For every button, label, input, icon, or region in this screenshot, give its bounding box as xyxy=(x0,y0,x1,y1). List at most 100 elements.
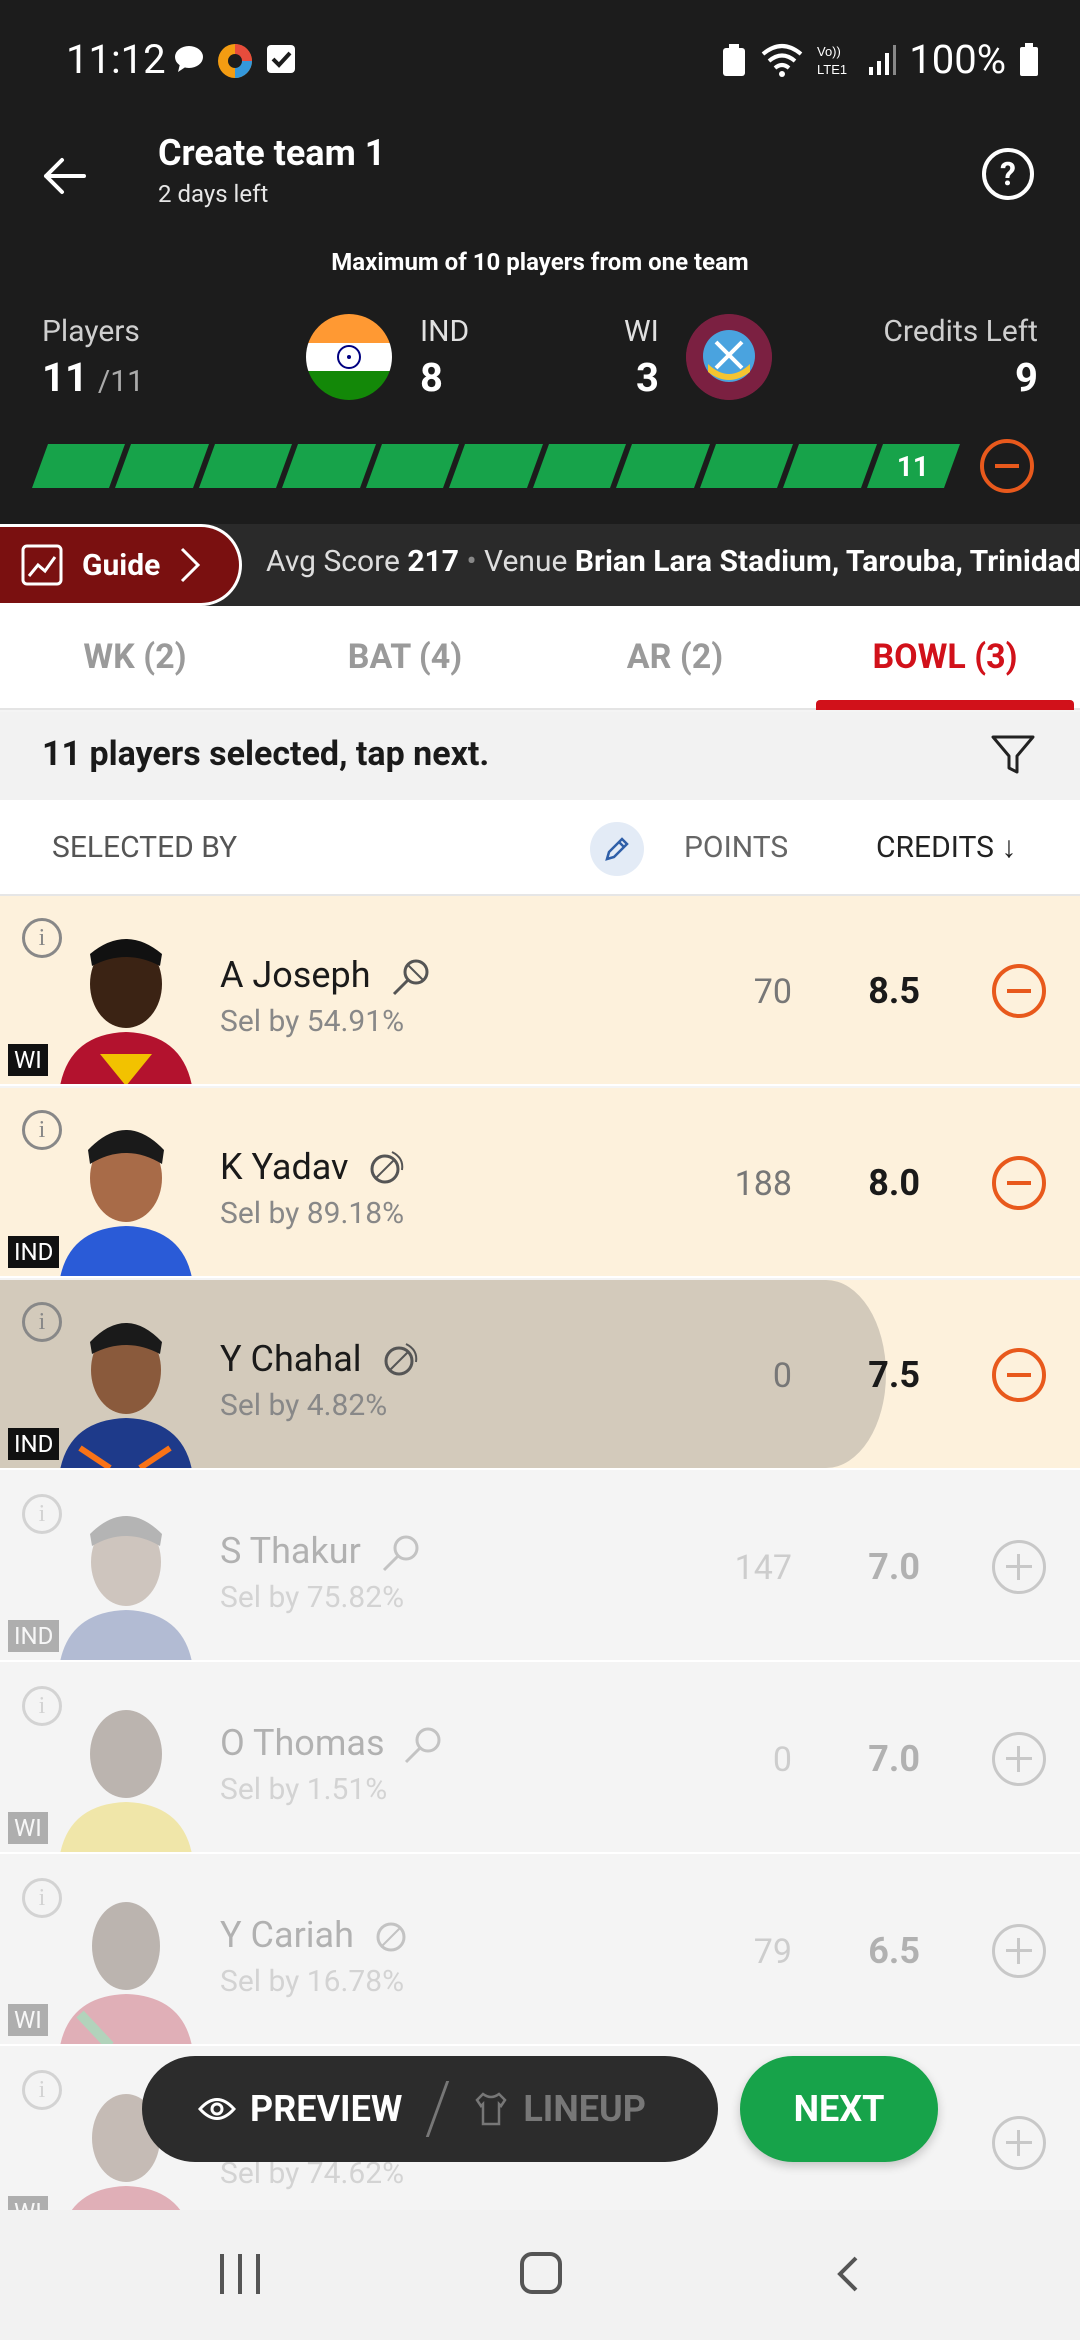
team-badge: WI xyxy=(8,2004,48,2036)
next-button[interactable]: NEXT xyxy=(740,2056,938,2162)
team1-name: IND xyxy=(420,314,470,349)
lineup-button[interactable]: LINEUP xyxy=(473,2088,646,2130)
home-icon[interactable] xyxy=(520,2252,562,2294)
sort-points[interactable]: POINTS xyxy=(684,830,788,865)
add-player-button[interactable] xyxy=(992,1732,1046,1786)
player-credits: 7.5 xyxy=(868,1354,920,1396)
team2-count: 3 xyxy=(636,354,659,401)
player-points: 188 xyxy=(734,1164,792,1204)
player-name: A Joseph xyxy=(220,954,371,996)
remove-player-button[interactable] xyxy=(992,1348,1046,1402)
tab-bowl[interactable]: BOWL (3) xyxy=(810,606,1080,710)
notification-icons xyxy=(172,42,298,80)
preview-label: PREVIEW xyxy=(250,2088,403,2130)
divider xyxy=(426,2081,450,2137)
player-photo xyxy=(60,1902,192,2044)
add-player-button[interactable] xyxy=(992,2116,1046,2170)
team1-count: 8 xyxy=(420,354,443,401)
progress-segment xyxy=(532,444,627,488)
player-name: S Thakur xyxy=(220,1530,361,1572)
player-credits: 6.5 xyxy=(868,1930,920,1972)
clear-team-button[interactable] xyxy=(980,439,1034,493)
back-arrow-icon[interactable] xyxy=(36,148,92,204)
remove-player-button[interactable] xyxy=(992,1156,1046,1210)
players-count: 11 /11 xyxy=(42,354,144,401)
team-badge: WI xyxy=(8,1044,48,1076)
team-badge: IND xyxy=(8,1236,60,1268)
players-progress-bar: 11 xyxy=(31,444,960,488)
team2-name: WI xyxy=(624,314,659,349)
add-player-button[interactable] xyxy=(992,1540,1046,1594)
progress-segment xyxy=(282,444,376,488)
player-row[interactable]: i IND S Thakur Sel by 75.82% 147 7.0 xyxy=(0,1472,1080,1662)
help-icon[interactable]: ? xyxy=(982,148,1034,200)
preview-button[interactable]: PREVIEW xyxy=(198,2088,402,2130)
progress-segment xyxy=(449,444,543,488)
volte-icon: Vo)) LTE1 xyxy=(817,44,847,77)
chevron-right-icon xyxy=(181,547,201,583)
selection-message: 11 players selected, tap next. xyxy=(42,734,490,774)
player-row[interactable]: i WI Y Cariah Sel by 16.78% 79 6.5 xyxy=(0,1856,1080,2046)
tab-wk[interactable]: WK (2) xyxy=(0,606,270,708)
player-row[interactable]: i WI O Thomas Sel by 1.51% 0 7.0 xyxy=(0,1664,1080,1854)
player-credits: 8.5 xyxy=(868,970,920,1012)
lineup-label: LINEUP xyxy=(523,2088,646,2130)
players-label: Players xyxy=(42,314,140,349)
page-title: Create team 1 xyxy=(158,132,386,174)
player-points: 70 xyxy=(753,972,792,1012)
remove-player-button[interactable] xyxy=(992,964,1046,1018)
spinner-role-icon xyxy=(384,1343,418,1376)
checkbox-notification-icon xyxy=(267,45,295,73)
progress-segment xyxy=(198,444,293,488)
player-row[interactable]: i IND K Yadav Sel by 89.18% 188 8.0 xyxy=(0,1088,1080,1278)
match-info-strip: Guide Avg Score 217 • Venue Brian Lara S… xyxy=(0,524,1080,606)
selected-by-percent: Sel by 75.82% xyxy=(220,1580,405,1615)
player-photo xyxy=(60,1130,192,1276)
team-badge: IND xyxy=(8,1620,60,1652)
player-points: 0 xyxy=(772,1740,792,1780)
player-row[interactable]: i IND Y Chahal Sel by 4.82% 0 7.5 xyxy=(0,1280,1080,1470)
system-nav-bar xyxy=(0,2210,1080,2340)
players-value: 11 xyxy=(42,354,88,401)
progress-segment xyxy=(31,444,126,488)
preview-lineup-bar: PREVIEW LINEUP xyxy=(142,2056,718,2162)
filter-icon[interactable] xyxy=(990,732,1036,778)
selected-by-percent: Sel by 16.78% xyxy=(220,1964,405,1999)
edit-pencil-icon[interactable] xyxy=(590,822,644,876)
selection-message-bar: 11 players selected, tap next. xyxy=(0,712,1080,800)
column-headers: SELECTED BY POINTS CREDITS ↓ xyxy=(0,800,1080,896)
spinner-role-icon xyxy=(370,1151,404,1184)
tab-bat[interactable]: BAT (4) xyxy=(270,606,540,708)
status-bar: 11:12 Vo)) LTE1 100% xyxy=(0,0,1080,128)
recent-apps-icon[interactable] xyxy=(220,2254,260,2294)
player-name: Y Chahal xyxy=(220,1338,362,1380)
player-row[interactable]: i WI A Joseph Sel by 54.91% 70 8.5 xyxy=(0,896,1080,1086)
tab-ar[interactable]: AR (2) xyxy=(540,606,810,708)
progress-segment xyxy=(365,444,460,488)
add-player-button[interactable] xyxy=(992,1924,1046,1978)
player-credits: 7.0 xyxy=(868,1546,920,1588)
status-time: 11:12 xyxy=(66,36,166,83)
venue-value: Brian Lara Stadium, Tarouba, Trinidad xyxy=(574,544,1080,579)
sort-selected-by[interactable]: SELECTED BY xyxy=(52,830,237,865)
player-name: O Thomas xyxy=(220,1722,385,1764)
time-left: 2 days left xyxy=(158,180,269,208)
battery-icon xyxy=(1020,42,1038,76)
avg-score-label: Avg Score xyxy=(266,544,400,579)
player-credits: 7.0 xyxy=(868,1738,920,1780)
nav-back-icon[interactable] xyxy=(828,2254,868,2294)
progress-segment xyxy=(783,444,877,488)
player-photo xyxy=(60,1710,192,1852)
guide-label: Guide xyxy=(82,547,161,583)
guide-button[interactable]: Guide xyxy=(0,524,242,606)
progress-count: 11 xyxy=(897,449,930,483)
player-credits: 8.0 xyxy=(868,1162,920,1204)
selected-by-percent: Sel by 4.82% xyxy=(220,1388,388,1423)
progress-segment-last: 11 xyxy=(866,444,960,488)
india-flag-icon xyxy=(306,314,392,400)
player-photo xyxy=(60,939,192,1084)
signal-icon xyxy=(869,44,897,75)
progress-segment xyxy=(699,444,794,488)
player-points: 147 xyxy=(734,1548,792,1588)
sort-credits[interactable]: CREDITS ↓ xyxy=(876,830,1016,865)
